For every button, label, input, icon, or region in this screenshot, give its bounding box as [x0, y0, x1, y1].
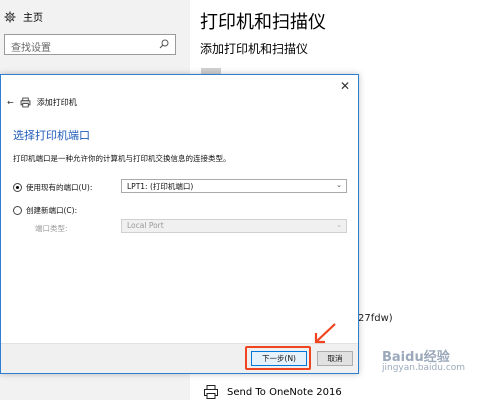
wizard-header: ← 添加打印机 [7, 97, 77, 108]
watermark: Baidu经验 jingyan.baidu.com [382, 350, 466, 374]
dialog-heading: 选择打印机端口 [13, 129, 90, 142]
home-label: 主页 [23, 13, 43, 24]
highlight-box [245, 346, 311, 370]
port-type-value: Local Port [127, 221, 164, 230]
close-icon[interactable]: ✕ [340, 79, 350, 93]
port-type-label: 端口类型: [35, 224, 68, 233]
cancel-button[interactable]: 取消 [317, 351, 353, 366]
arrow-icon [314, 323, 336, 344]
search-placeholder: 查找设置 [11, 43, 51, 54]
existing-port-label: 使用现有的端口(U): [26, 183, 93, 192]
new-port-label: 创建新端口(C): [26, 206, 78, 215]
home-nav-item[interactable]: 主页 [4, 9, 43, 24]
chevron-down-icon: ⌄ [336, 181, 342, 189]
gear-icon [4, 11, 16, 22]
add-printer-link[interactable]: 添加打印机和扫描仪 [200, 40, 308, 57]
dialog-description: 打印机端口是一种允许你的计算机与打印机交换信息的连接类型。 [13, 154, 231, 163]
add-printer-dialog: ✕ ← 添加打印机 选择打印机端口 打印机端口是一种允许你的计算机与打印机交换信… [0, 74, 359, 374]
printer-icon [204, 385, 218, 399]
existing-port-value: LPT1: (打印机端口) [127, 182, 194, 191]
create-new-port-option[interactable]: 创建新端口(C): [13, 205, 77, 216]
wizard-title: 添加打印机 [36, 98, 77, 107]
use-existing-port-option[interactable]: 使用现有的端口(U): [13, 182, 92, 193]
existing-port-select[interactable]: LPT1: (打印机端口) ⌄ [121, 179, 347, 193]
search-input[interactable]: 查找设置 [4, 34, 176, 55]
printer-item-onenote[interactable]: Send To OneNote 2016 [203, 384, 342, 400]
chevron-down-icon: ⌄ [336, 221, 342, 229]
watermark-logo: Baidu经验 [382, 350, 450, 365]
new-port-radio[interactable] [13, 206, 22, 215]
back-arrow-icon[interactable]: ← [7, 98, 14, 107]
port-type-select: Local Port ⌄ [121, 219, 347, 233]
existing-port-radio[interactable] [13, 183, 22, 192]
printer-icon [20, 97, 31, 108]
watermark-url: jingyan.baidu.com [382, 363, 466, 373]
search-icon [159, 39, 169, 49]
page-title: 打印机和扫描仪 [200, 12, 326, 33]
printer-item-label: Send To OneNote 2016 [227, 386, 342, 398]
printer-name-partial: 27fdw) [358, 313, 393, 324]
